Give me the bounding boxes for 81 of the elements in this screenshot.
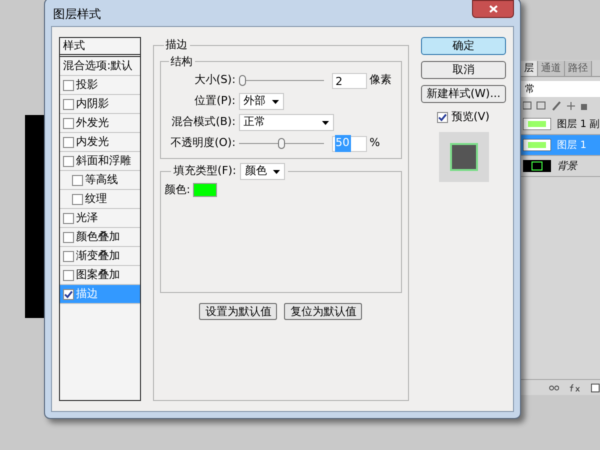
style-label: 混合选项:默认 bbox=[63, 58, 133, 74]
style-label: 内发光 bbox=[76, 134, 109, 150]
fx-icon[interactable] bbox=[569, 382, 582, 392]
field-label: 颜色: bbox=[164, 182, 190, 198]
style-label: 渐变叠加 bbox=[76, 248, 120, 264]
window-title: 图层样式 bbox=[52, 6, 101, 22]
close-icon bbox=[488, 4, 498, 12]
field-label: 大小(S): bbox=[193, 72, 237, 88]
style-label: 光泽 bbox=[76, 210, 98, 226]
dialog-button[interactable]: 取消 bbox=[421, 61, 506, 79]
layer-thumbnail bbox=[523, 160, 551, 172]
style-label: 内阴影 bbox=[76, 96, 109, 112]
field-label: 不透明度(O): bbox=[170, 135, 237, 152]
slider-thumb[interactable] bbox=[278, 138, 285, 149]
style-item[interactable]: 斜面和浮雕 bbox=[60, 152, 140, 171]
style-label: 外发光 bbox=[76, 114, 109, 131]
size-field[interactable]: 2 bbox=[332, 72, 367, 88]
panel-tab[interactable]: 通道 bbox=[538, 61, 565, 76]
blend-mode-dropdown[interactable]: 正常 bbox=[238, 114, 334, 131]
field-label: 填充类型(F): bbox=[174, 163, 236, 180]
style-label: 纹理 bbox=[85, 190, 107, 207]
preview-label: 预览(V) bbox=[451, 109, 490, 125]
checkbox[interactable] bbox=[63, 156, 74, 166]
list-header: 样式 bbox=[60, 38, 140, 57]
unit-label: % bbox=[370, 135, 380, 152]
checkbox[interactable] bbox=[63, 80, 74, 90]
checkbox[interactable] bbox=[63, 288, 74, 300]
style-item[interactable]: 颜色叠加 bbox=[60, 228, 140, 247]
default-button[interactable]: 设置为默认值 bbox=[199, 303, 278, 320]
checkbox[interactable] bbox=[63, 118, 74, 128]
checkbox[interactable] bbox=[63, 232, 74, 242]
style-label: 图案叠加 bbox=[76, 266, 120, 283]
caret-icon bbox=[272, 100, 279, 104]
layer-thumbnail bbox=[523, 118, 551, 130]
checkbox[interactable] bbox=[437, 112, 448, 123]
style-item[interactable]: 混合选项:默认 bbox=[60, 57, 140, 76]
close-button[interactable] bbox=[472, 0, 514, 18]
layer-name: 图层 1 bbox=[557, 138, 587, 152]
style-label: 等高线 bbox=[85, 172, 118, 188]
checkbox[interactable] bbox=[63, 136, 74, 148]
checkbox[interactable] bbox=[63, 250, 74, 262]
style-label: 投影 bbox=[76, 76, 98, 93]
link-icon[interactable] bbox=[549, 384, 560, 390]
slider-thumb[interactable] bbox=[238, 75, 246, 86]
group-title: 描边 bbox=[164, 37, 189, 53]
checkbox[interactable] bbox=[63, 212, 74, 224]
style-item[interactable]: 外发光 bbox=[60, 114, 140, 133]
checkbox[interactable] bbox=[63, 270, 74, 280]
field-label: 混合模式(B): bbox=[170, 114, 237, 130]
layer-name: 图层 1 副 bbox=[557, 118, 600, 132]
style-item[interactable]: 内发光 bbox=[60, 133, 140, 152]
dialog-button[interactable]: 确定 bbox=[421, 37, 506, 55]
style-item[interactable]: 纹理 bbox=[60, 190, 140, 209]
checkbox[interactable] bbox=[72, 194, 83, 204]
mask-icon[interactable] bbox=[591, 382, 600, 392]
style-label: 描边 bbox=[76, 286, 98, 302]
color-swatch[interactable] bbox=[193, 183, 218, 198]
default-button[interactable]: 复位为默认值 bbox=[284, 303, 362, 320]
caret-icon bbox=[322, 120, 329, 124]
style-label: 斜面和浮雕 bbox=[76, 152, 131, 169]
style-item[interactable]: 内阴影 bbox=[60, 95, 140, 114]
group-title: 结构 bbox=[170, 54, 194, 70]
caret-icon bbox=[273, 170, 280, 174]
style-item[interactable]: 投影 bbox=[60, 76, 140, 95]
preview-square bbox=[450, 142, 478, 170]
style-item[interactable]: 光泽 bbox=[60, 209, 140, 228]
layer-thumbnail bbox=[523, 139, 551, 151]
checkbox[interactable] bbox=[72, 174, 83, 186]
unit-label: 像素 bbox=[370, 72, 392, 88]
style-label: 颜色叠加 bbox=[76, 228, 120, 245]
layer-name: 背景 bbox=[557, 160, 577, 174]
blend-mode-field[interactable]: 常 bbox=[521, 81, 600, 97]
fill-type-dropdown[interactable]: 颜色 bbox=[240, 163, 286, 180]
checkbox[interactable] bbox=[63, 98, 74, 110]
panel-tab[interactable]: 层 bbox=[521, 61, 538, 76]
style-item[interactable]: 渐变叠加 bbox=[60, 247, 140, 266]
dialog-button[interactable]: 新建样式(W)... bbox=[421, 85, 506, 103]
position-dropdown[interactable]: 外部 bbox=[238, 93, 284, 110]
field-label: 位置(P): bbox=[194, 93, 237, 110]
panel-tab[interactable]: 路径 bbox=[565, 61, 592, 76]
style-item[interactable]: 等高线 bbox=[60, 171, 140, 190]
